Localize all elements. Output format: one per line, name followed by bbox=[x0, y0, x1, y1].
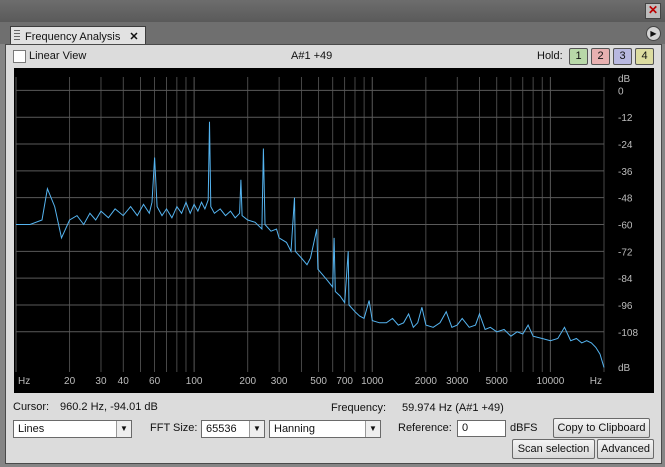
window-function-value: Hanning bbox=[274, 423, 315, 435]
frequency-label: Frequency: bbox=[331, 402, 387, 414]
grip-icon bbox=[14, 30, 20, 42]
y-tick-label: -36 bbox=[618, 167, 633, 178]
window-title-bar: ✕ bbox=[0, 0, 665, 22]
fft-size-label: FFT Size: bbox=[150, 422, 198, 434]
x-unit-left: Hz bbox=[18, 376, 30, 387]
analysis-panel: Linear View A#1 +49 Hold: 1 2 3 4 Hz 20 30… bbox=[5, 44, 662, 464]
y-tick-label: -108 bbox=[618, 328, 638, 339]
window-function-select[interactable]: Hanning ▼ bbox=[269, 420, 381, 438]
x-tick-label: 20 bbox=[64, 376, 76, 387]
hold-button-3[interactable]: 3 bbox=[613, 48, 632, 65]
chevron-down-icon: ▼ bbox=[249, 421, 264, 437]
frequency-value: 59.974 Hz (A#1 +49) bbox=[402, 402, 504, 414]
chevron-down-icon: ▼ bbox=[365, 421, 380, 437]
y-unit-top: dB bbox=[618, 74, 631, 85]
advanced-button[interactable]: Advanced bbox=[597, 439, 654, 459]
hold-button-4[interactable]: 4 bbox=[635, 48, 654, 65]
y-tick-label: -48 bbox=[618, 194, 633, 205]
tab-title: Frequency Analysis bbox=[25, 30, 121, 43]
linear-view-label[interactable]: Linear View bbox=[29, 50, 86, 62]
play-arrow-icon: ▶ bbox=[650, 29, 657, 38]
hold-button-2[interactable]: 2 bbox=[591, 48, 610, 65]
x-tick-label: 300 bbox=[271, 376, 288, 387]
y-tick-label: -96 bbox=[618, 301, 633, 312]
cursor-label: Cursor: bbox=[13, 401, 50, 413]
x-tick-label: 500 bbox=[310, 376, 327, 387]
frequency-analysis-window: ✕ Frequency Analysis ✕ ▶ Linear View A#1… bbox=[0, 0, 665, 467]
panel-menu-button[interactable]: ▶ bbox=[646, 26, 661, 41]
reference-label: Reference: bbox=[398, 422, 452, 434]
window-close-button[interactable]: ✕ bbox=[645, 3, 661, 19]
fft-size-select[interactable]: 65536 ▼ bbox=[201, 420, 265, 438]
x-unit-right: Hz bbox=[590, 376, 602, 387]
x-tick-label: 40 bbox=[118, 376, 130, 387]
fft-size-value: 65536 bbox=[206, 423, 237, 435]
chevron-down-icon: ▼ bbox=[116, 421, 131, 437]
reference-unit: dBFS bbox=[510, 422, 538, 434]
x-tick-label: 1000 bbox=[361, 376, 384, 387]
cursor-value: 960.2 Hz, -94.01 dB bbox=[60, 401, 158, 413]
scan-selection-button[interactable]: Scan selection bbox=[512, 439, 595, 459]
hold-button-1[interactable]: 1 bbox=[569, 48, 588, 65]
copy-to-clipboard-button[interactable]: Copy to Clipboard bbox=[553, 418, 650, 438]
y-tick-label: -72 bbox=[618, 247, 633, 258]
note-readout: A#1 +49 bbox=[291, 50, 333, 62]
x-tick-label: 60 bbox=[149, 376, 161, 387]
x-tick-label: 2000 bbox=[415, 376, 438, 387]
display-mode-select[interactable]: Lines ▼ bbox=[13, 420, 132, 438]
x-tick-label: 3000 bbox=[446, 376, 469, 387]
display-mode-value: Lines bbox=[18, 423, 45, 435]
hold-label: Hold: bbox=[537, 50, 563, 62]
reference-input[interactable]: 0 bbox=[457, 420, 506, 437]
y-tick-label: -84 bbox=[618, 274, 633, 285]
spectrum-chart[interactable]: Hz 20 30 40 60 100 200 300 500 700 1000 2000 3000 500… bbox=[14, 68, 654, 393]
y-tick-label: -12 bbox=[618, 113, 633, 124]
x-tick-label: 100 bbox=[186, 376, 203, 387]
x-tick-label: 5000 bbox=[486, 376, 509, 387]
close-icon: ✕ bbox=[647, 3, 659, 17]
tab-frequency-analysis[interactable]: Frequency Analysis ✕ bbox=[10, 26, 146, 46]
y-tick-label: 0 bbox=[618, 86, 624, 97]
y-tick-label: -24 bbox=[618, 140, 633, 151]
linear-view-checkbox[interactable] bbox=[13, 50, 26, 63]
tab-close-icon[interactable]: ✕ bbox=[129, 30, 138, 43]
x-tick-label: 200 bbox=[239, 376, 256, 387]
y-tick-label: -60 bbox=[618, 221, 633, 232]
x-tick-label: 30 bbox=[95, 376, 107, 387]
x-tick-label: 10000 bbox=[536, 376, 564, 387]
y-unit-bottom: dB bbox=[618, 363, 631, 374]
x-tick-label: 700 bbox=[336, 376, 353, 387]
